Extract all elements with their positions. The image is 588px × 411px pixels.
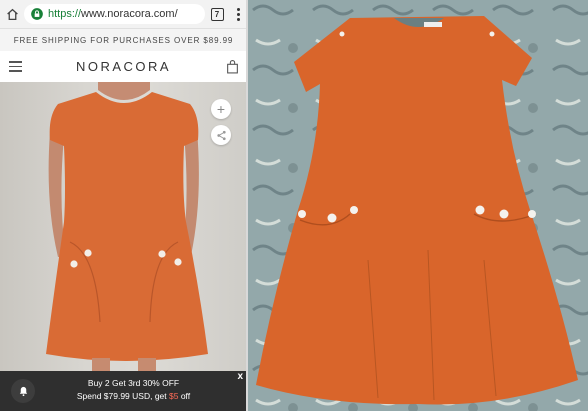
more-vert-icon <box>236 7 240 11</box>
shopping-bag-button[interactable] <box>217 59 247 74</box>
lock-icon <box>31 8 43 20</box>
product-photo-received <box>248 0 588 411</box>
share-icon <box>216 130 226 140</box>
notification-button[interactable] <box>11 379 35 403</box>
site-logo[interactable]: NORACORA <box>30 59 217 74</box>
model-dress-illustration <box>46 82 208 371</box>
home-icon <box>6 8 18 20</box>
shopping-bag-icon <box>226 59 238 73</box>
url-scheme: https:// <box>48 8 82 20</box>
offer-line-2: Spend $79.99 USD, get $5 off <box>76 391 191 401</box>
promo-bar[interactable]: FREE SHIPPING FOR PURCHASES OVER $89.99 <box>0 29 247 51</box>
add-to-wishlist-button[interactable]: + <box>211 99 231 119</box>
offer-banner[interactable]: Buy 2 Get 3rd 30% OFF Spend $79.99 USD, … <box>0 371 247 411</box>
close-banner-button[interactable]: x <box>237 371 243 382</box>
url-host: www.noracora.com/ <box>81 8 178 20</box>
browser-menu-button[interactable] <box>229 0 247 28</box>
share-button[interactable] <box>211 125 231 145</box>
tab-switcher-button[interactable]: 7 <box>205 0 229 28</box>
mobile-screenshot: https://www.noracora.com/ 7 FREE SHIPPIN… <box>0 0 247 411</box>
bell-icon <box>19 386 27 396</box>
site-header: NORACORA <box>0 51 247 83</box>
tab-count: 7 <box>210 7 224 21</box>
offer-text: Buy 2 Get 3rd 30% OFF Spend $79.99 USD, … <box>40 377 227 403</box>
address-bar[interactable]: https://www.noracora.com/ <box>24 4 205 24</box>
received-dress-illustration <box>248 0 588 411</box>
browser-toolbar: https://www.noracora.com/ 7 <box>0 0 247 29</box>
offer-line-1: Buy 2 Get 3rd 30% OFF <box>87 378 180 388</box>
home-button[interactable] <box>0 0 24 28</box>
product-photo-model: + <box>0 82 247 371</box>
hamburger-menu-icon[interactable] <box>0 61 30 72</box>
